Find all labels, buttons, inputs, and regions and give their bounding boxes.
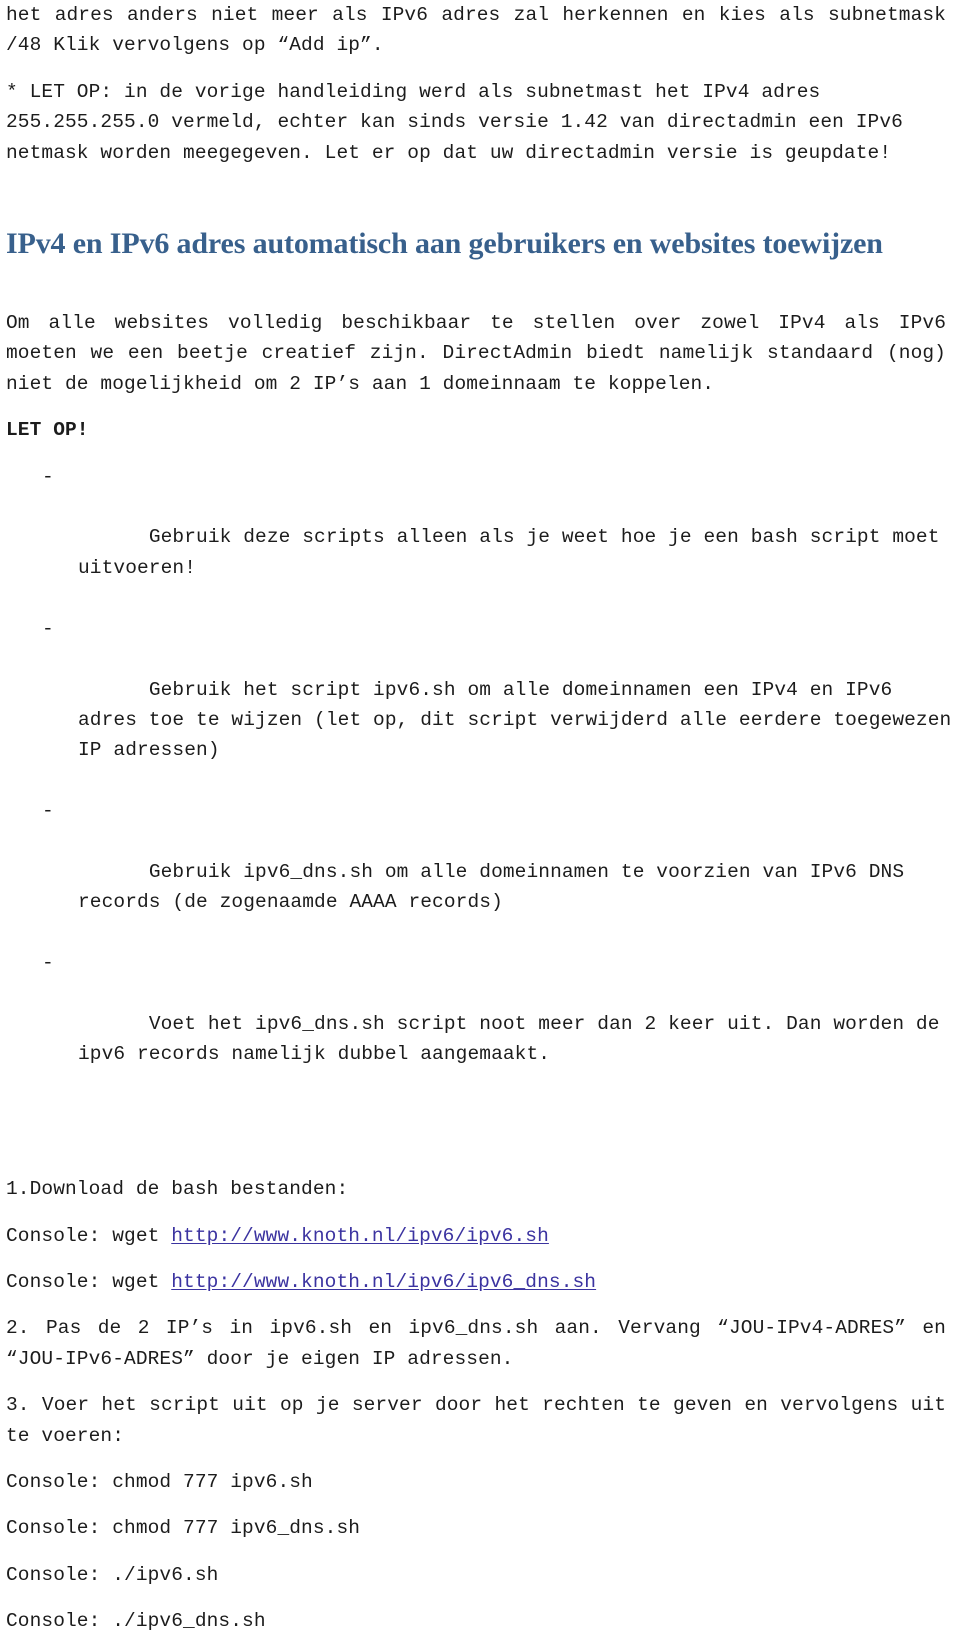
list-item-text: Gebruik deze scripts alleen als je weet … — [78, 526, 952, 579]
note-paragraph: * LET OP: in de vorige handleiding werd … — [6, 80, 915, 164]
download-link-ipv6-dns-sh[interactable]: http://www.knoth.nl/ipv6/ipv6_dns.sh — [171, 1271, 596, 1293]
list-item-text: Voet het ipv6_dns.sh script noot meer da… — [78, 1012, 952, 1066]
warning-label: LET OP! — [6, 419, 89, 442]
bullet-dash-icon: - — [42, 617, 54, 640]
step-1-command-1: Console: wget http://www.knoth.nl/ipv6/i… — [0, 1221, 960, 1251]
bullet-dash-icon: - — [42, 800, 54, 823]
step-3-command-4: Console: ./ipv6_dns.sh — [6, 1610, 266, 1633]
document-page: het adres anders niet meer als IPv6 adre… — [0, 0, 960, 1632]
bullet-dash-icon: - — [42, 465, 54, 488]
list-item-text: Gebruik het script ipv6.sh om alle domei… — [78, 678, 952, 762]
list-item: - Gebruik ipv6_dns.sh om alle domeinname… — [0, 796, 960, 948]
section-body-paragraph: Om alle websites volledig beschikbaar te… — [6, 312, 958, 395]
warning-bullet-list: - Gebruik deze scripts alleen als je wee… — [0, 462, 960, 1101]
bullet-dash-icon: - — [42, 952, 54, 975]
step-1-text: 1.Download de bash bestanden: — [6, 1178, 349, 1201]
step-3-command-2: Console: chmod 777 ipv6_dns.sh — [6, 1517, 361, 1540]
list-item-text: Gebruik ipv6_dns.sh om alle domeinnamen … — [78, 860, 916, 914]
intro-paragraph: het adres anders niet meer als IPv6 adre… — [6, 4, 958, 57]
step-2-text: 2. Pas de 2 IP’s in ipv6.sh en ipv6_dns.… — [6, 1317, 958, 1370]
step-3-command-1: Console: chmod 777 ipv6.sh — [6, 1471, 313, 1494]
step-3-command-3: Console: ./ipv6.sh — [6, 1563, 219, 1586]
list-item: - Gebruik het script ipv6.sh om alle dom… — [0, 614, 960, 796]
list-item: - Voet het ipv6_dns.sh script noot meer … — [0, 948, 960, 1100]
step-3-text: 3. Voer het script uit op je server door… — [6, 1394, 958, 1447]
download-link-ipv6-sh[interactable]: http://www.knoth.nl/ipv6/ipv6.sh — [171, 1225, 549, 1247]
section-heading: IPv4 en IPv6 adres automatisch aan gebru… — [6, 227, 883, 261]
console-prefix: Console: wget — [6, 1224, 172, 1247]
step-1-command-2: Console: wget http://www.knoth.nl/ipv6/i… — [0, 1267, 960, 1297]
console-prefix: Console: wget — [6, 1271, 172, 1293]
list-item: - Gebruik deze scripts alleen als je wee… — [0, 462, 960, 614]
